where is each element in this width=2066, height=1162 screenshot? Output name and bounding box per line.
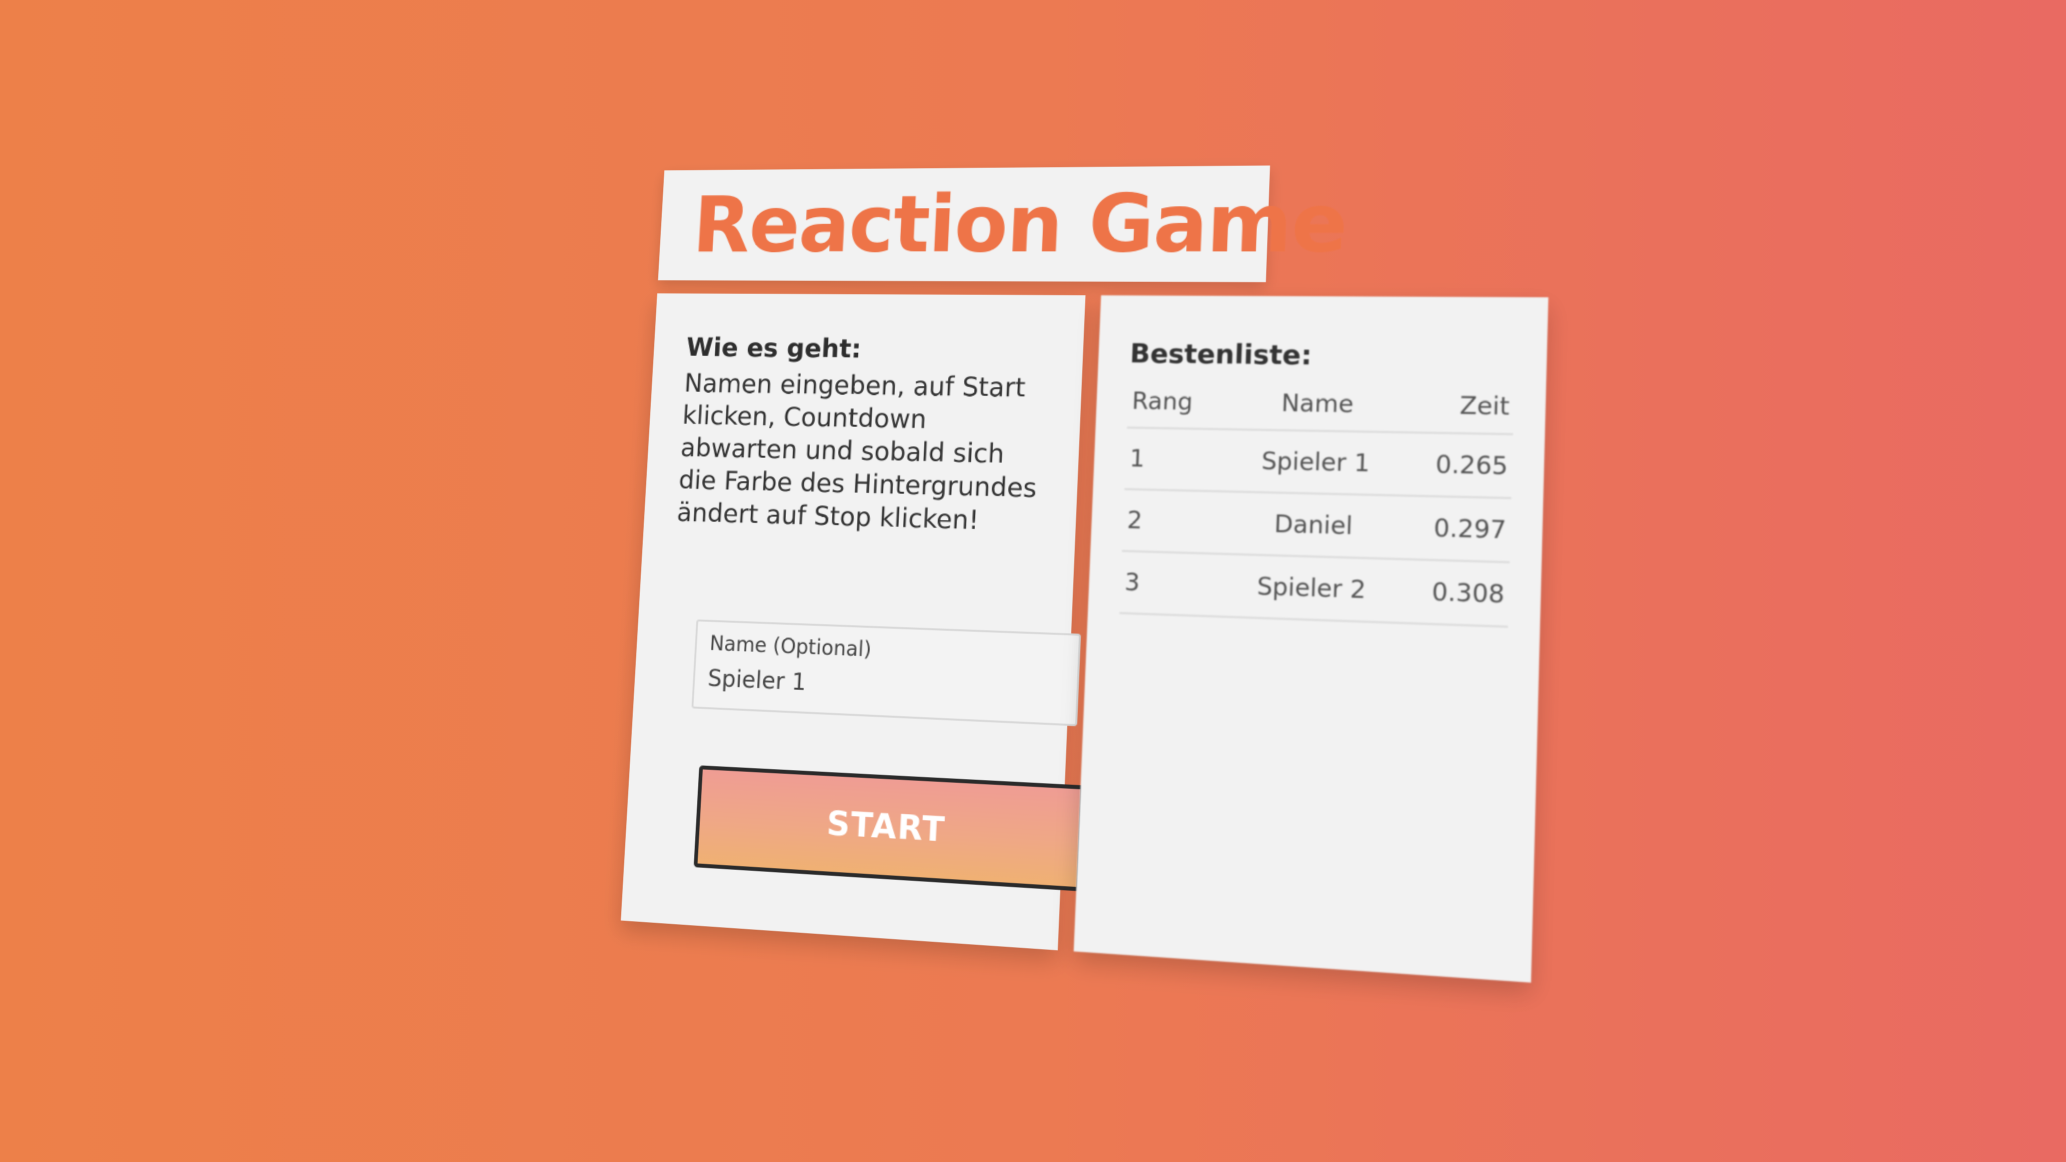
row-time: 0.265 (1412, 432, 1513, 498)
start-button[interactable]: START (694, 765, 1085, 891)
row-name: Spieler 1 (1219, 429, 1414, 496)
row-rank: 3 (1119, 551, 1216, 616)
row-name: Spieler 2 (1214, 554, 1410, 624)
name-field-label: Name (Optional) (709, 632, 1065, 670)
row-name: Daniel (1216, 491, 1412, 559)
table-row: 2 Daniel 0.297 (1122, 489, 1511, 562)
scene: Reaction Game Wie es geht: Namen eingebe… (0, 0, 2066, 1162)
row-time: 0.297 (1410, 496, 1511, 562)
row-time: 0.308 (1408, 559, 1510, 626)
name-input[interactable] (707, 664, 1063, 707)
game-layout: Reaction Game Wie es geht: Namen eingebe… (607, 163, 1604, 1001)
title-banner: Reaction Game (658, 166, 1270, 283)
leaderboard-title: Bestenliste: (1129, 339, 1515, 374)
row-rank: 1 (1124, 428, 1220, 492)
page-title: Reaction Game (691, 176, 1349, 271)
leaderboard-table: Rang Name Zeit 1 Spieler 1 0.265 2 Danie… (1119, 383, 1514, 628)
row-rank: 2 (1122, 489, 1219, 554)
column-header-name: Name (1221, 384, 1415, 432)
column-header-time: Zeit (1414, 387, 1514, 434)
instructions-card: Wie es geht: Namen eingeben, auf Start k… (621, 293, 1086, 950)
name-field[interactable]: Name (Optional) (691, 619, 1081, 726)
table-row: 3 Spieler 2 0.308 (1119, 551, 1509, 627)
instructions-heading: Wie es geht: (686, 333, 1049, 366)
leaderboard-header-row: Rang Name Zeit (1127, 383, 1514, 434)
leaderboard-card: Bestenliste: Rang Name Zeit 1 Spieler 1 … (1074, 295, 1549, 982)
instructions-text: Namen eingeben, auf Start klicken, Count… (676, 368, 1047, 540)
table-row: 1 Spieler 1 0.265 (1124, 428, 1513, 499)
column-header-rank: Rang (1127, 383, 1223, 429)
